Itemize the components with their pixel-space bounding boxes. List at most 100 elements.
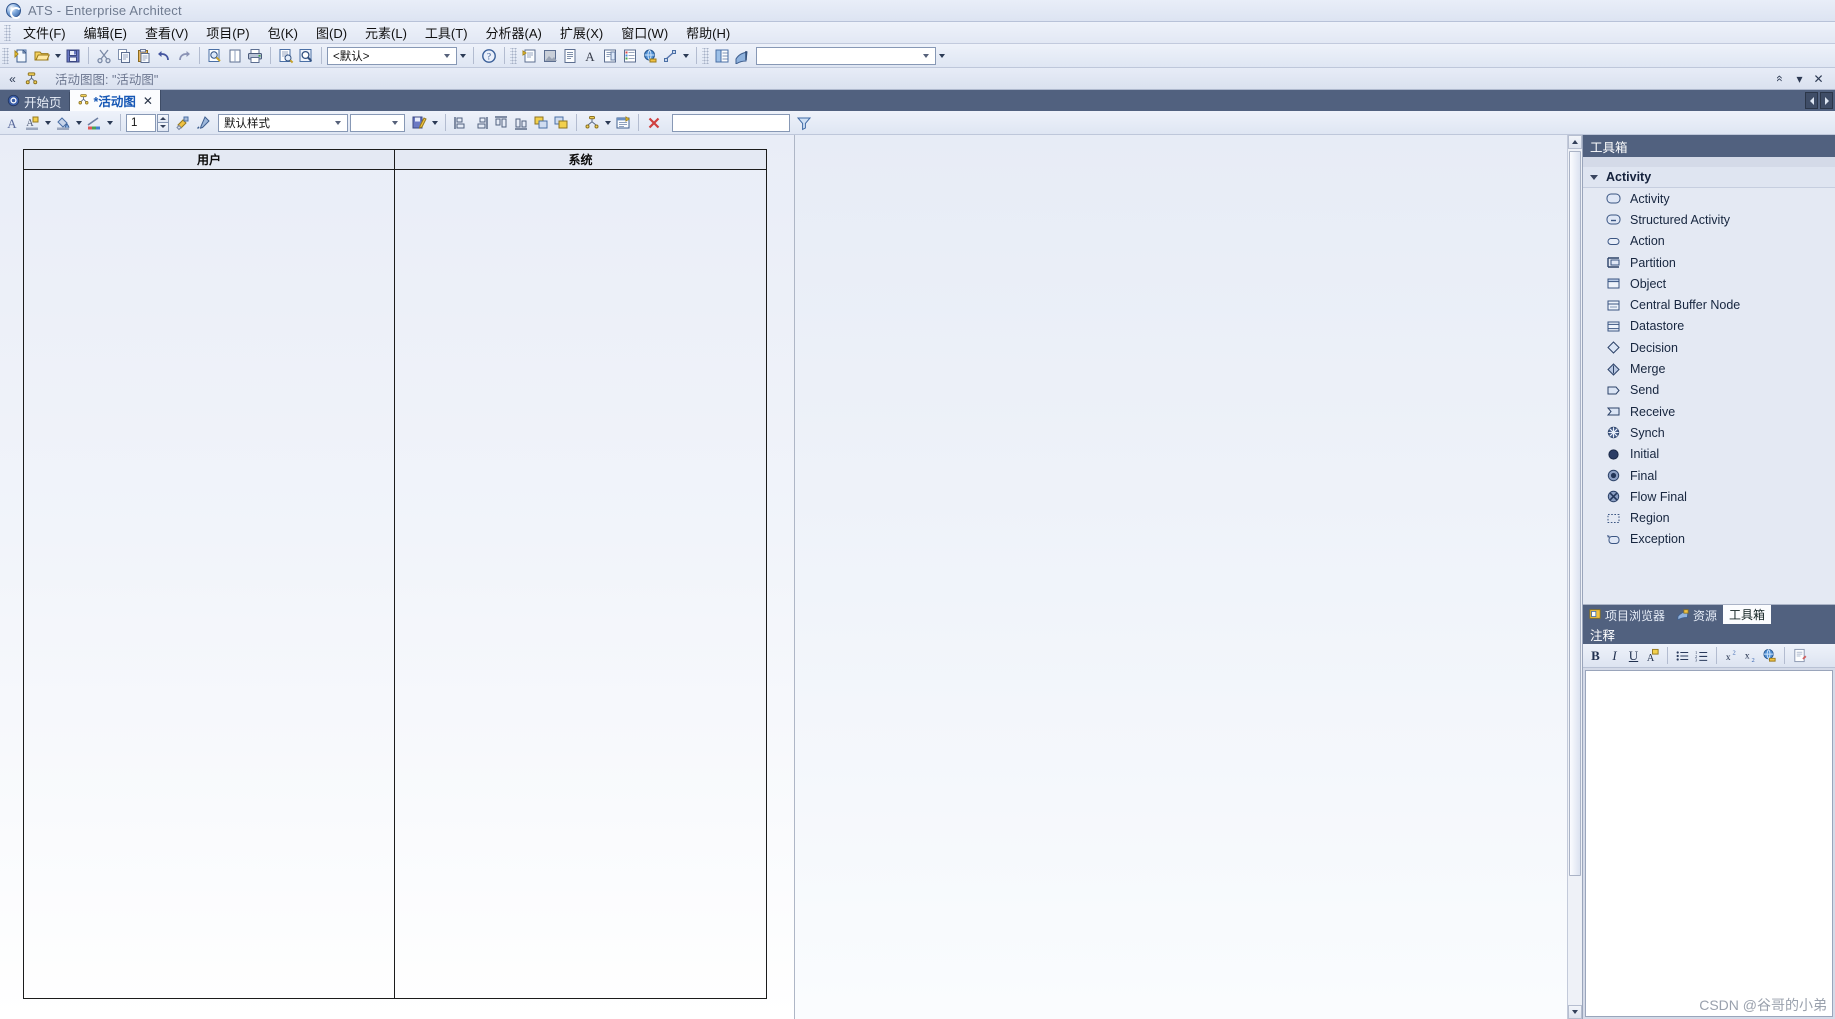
save-style-icon[interactable]: [409, 113, 429, 133]
dock-tab-resources[interactable]: 资源: [1671, 607, 1723, 624]
breadcrumb-back-icon[interactable]: «: [4, 70, 21, 87]
menu-diagram[interactable]: 图(D): [307, 21, 356, 44]
bullet-list-icon[interactable]: [1673, 646, 1692, 665]
find-in-project-icon[interactable]: [205, 46, 225, 66]
toolbox-item-partition[interactable]: Partition: [1583, 252, 1835, 273]
menu-help[interactable]: 帮助(H): [677, 21, 739, 44]
docs-toolbar-gripper-icon[interactable]: [510, 47, 517, 64]
style-combo[interactable]: 默认样式: [218, 113, 348, 132]
toolbox-item-region[interactable]: Region: [1583, 507, 1835, 528]
activity-diagram-canvas[interactable]: 用户 系统: [0, 135, 1567, 1019]
auto-layout-dropdown-icon[interactable]: [602, 113, 613, 133]
superscript-icon[interactable]: x2: [1722, 646, 1741, 665]
same-width-icon[interactable]: [531, 113, 551, 133]
hyperlink-icon[interactable]: [1760, 646, 1779, 665]
line-style-icon[interactable]: [84, 113, 104, 133]
underline-icon[interactable]: U: [1624, 646, 1643, 665]
toolbox-item-activity[interactable]: Activity: [1583, 188, 1835, 209]
menu-file[interactable]: 文件(F): [14, 21, 75, 44]
open-file-dropdown-icon[interactable]: [52, 46, 63, 66]
breadcrumb-close-icon[interactable]: ✕: [1810, 70, 1827, 87]
diagram-properties-icon[interactable]: [613, 113, 633, 133]
tagged-values-icon[interactable]: [620, 46, 640, 66]
swimlane-user[interactable]: 用户: [23, 149, 395, 999]
toolbox-item-central-buffer-node[interactable]: Central Buffer Node: [1583, 294, 1835, 315]
toolbox-item-send[interactable]: Send: [1583, 380, 1835, 401]
model-views-icon[interactable]: [732, 46, 752, 66]
toolbox-item-flow-final[interactable]: Flow Final: [1583, 486, 1835, 507]
chevron-down-icon[interactable]: [1590, 174, 1598, 180]
toolbox-item-structured-activity[interactable]: Structured Activity: [1583, 209, 1835, 230]
toolbox-item-exception[interactable]: Exception: [1583, 529, 1835, 550]
toolbar-search-combo[interactable]: [756, 46, 936, 65]
menu-tools[interactable]: 工具(T): [416, 21, 477, 44]
align-top-icon[interactable]: [491, 113, 511, 133]
toolbox-item-merge[interactable]: Merge: [1583, 358, 1835, 379]
tab-start-page[interactable]: 开始页: [0, 92, 70, 111]
layout-icon[interactable]: [712, 46, 732, 66]
tab-close-icon[interactable]: ✕: [143, 94, 153, 108]
perspective-combo-arrow-icon[interactable]: [440, 48, 454, 64]
fill-color-icon[interactable]: [53, 113, 73, 133]
menu-analyzer[interactable]: 分析器(A): [477, 21, 551, 44]
relationships-icon[interactable]: [660, 46, 680, 66]
fill-color-dropdown-icon[interactable]: [73, 113, 84, 133]
secondary-style-combo-arrow-icon[interactable]: [388, 115, 402, 131]
new-element-icon[interactable]: [225, 46, 245, 66]
subscript-icon[interactable]: x2: [1741, 646, 1760, 665]
save-style-dropdown-icon[interactable]: [429, 113, 440, 133]
relationships-dropdown-icon[interactable]: [680, 46, 691, 66]
align-right-icon[interactable]: [471, 113, 491, 133]
toolbox-item-final[interactable]: Final: [1583, 465, 1835, 486]
align-bottom-icon[interactable]: [511, 113, 531, 133]
notes-icon[interactable]: [560, 46, 580, 66]
line-width-spinner-arrows[interactable]: [157, 113, 169, 132]
tab-scroll-left-icon[interactable]: [1805, 92, 1818, 109]
toolbox-item-object[interactable]: Object: [1583, 273, 1835, 294]
scroll-down-icon[interactable]: [1568, 1005, 1582, 1019]
dock-tab-project-browser[interactable]: 项目浏览器: [1583, 607, 1671, 624]
scrollbar-thumb[interactable]: [1569, 151, 1581, 876]
menu-extend[interactable]: 扩展(X): [551, 21, 612, 44]
line-width-spinner[interactable]: 1: [126, 113, 156, 132]
perspective-extra-dropdown-icon[interactable]: [457, 46, 468, 66]
insert-note-icon[interactable]: [1790, 646, 1809, 665]
cut-icon[interactable]: [94, 46, 114, 66]
text-color-icon[interactable]: A: [1643, 646, 1662, 665]
print-preview-icon[interactable]: [276, 46, 296, 66]
tab-scroll-right-icon[interactable]: [1820, 92, 1833, 109]
toolbar-search-arrow-icon[interactable]: [919, 48, 933, 64]
breadcrumb-dropdown-icon[interactable]: ▾: [1791, 70, 1808, 87]
menu-edit[interactable]: 编辑(E): [75, 21, 136, 44]
help-icon[interactable]: ?: [479, 46, 499, 66]
print-icon[interactable]: [245, 46, 265, 66]
toolbar-search-extra-dropdown-icon[interactable]: [936, 46, 947, 66]
line-style-dropdown-icon[interactable]: [104, 113, 115, 133]
numbered-list-icon[interactable]: 123: [1692, 646, 1711, 665]
secondary-style-combo[interactable]: [350, 113, 405, 132]
toolbox-item-decision[interactable]: Decision: [1583, 337, 1835, 358]
swimlane-system[interactable]: 系统: [394, 149, 767, 999]
font-color-icon[interactable]: A: [2, 113, 22, 133]
toolbox-item-action[interactable]: Action: [1583, 231, 1835, 252]
redo-icon[interactable]: [174, 46, 194, 66]
italic-icon[interactable]: I: [1605, 646, 1624, 665]
toolbox-item-initial[interactable]: Initial: [1583, 444, 1835, 465]
menu-view[interactable]: 查看(V): [136, 21, 197, 44]
style-combo-arrow-icon[interactable]: [331, 115, 345, 131]
dock-tab-toolbox[interactable]: 工具箱: [1723, 605, 1772, 624]
perspective-combo[interactable]: <默认>: [327, 46, 457, 65]
auto-layout-icon[interactable]: [582, 113, 602, 133]
same-height-icon[interactable]: [551, 113, 571, 133]
notes-editor[interactable]: [1585, 670, 1833, 1017]
tab-activity-diagram[interactable]: *活动图 ✕: [69, 90, 161, 111]
image-icon[interactable]: [540, 46, 560, 66]
toolbox-group-activity[interactable]: Activity: [1583, 167, 1835, 188]
layout-toolbar-gripper-icon[interactable]: [702, 47, 709, 64]
toolbox-item-synch[interactable]: Synch: [1583, 422, 1835, 443]
color-picker-icon[interactable]: [193, 113, 213, 133]
menu-project[interactable]: 项目(P): [197, 21, 258, 44]
properties-icon[interactable]: [520, 46, 540, 66]
align-left-icon[interactable]: [451, 113, 471, 133]
open-file-icon[interactable]: [32, 46, 52, 66]
